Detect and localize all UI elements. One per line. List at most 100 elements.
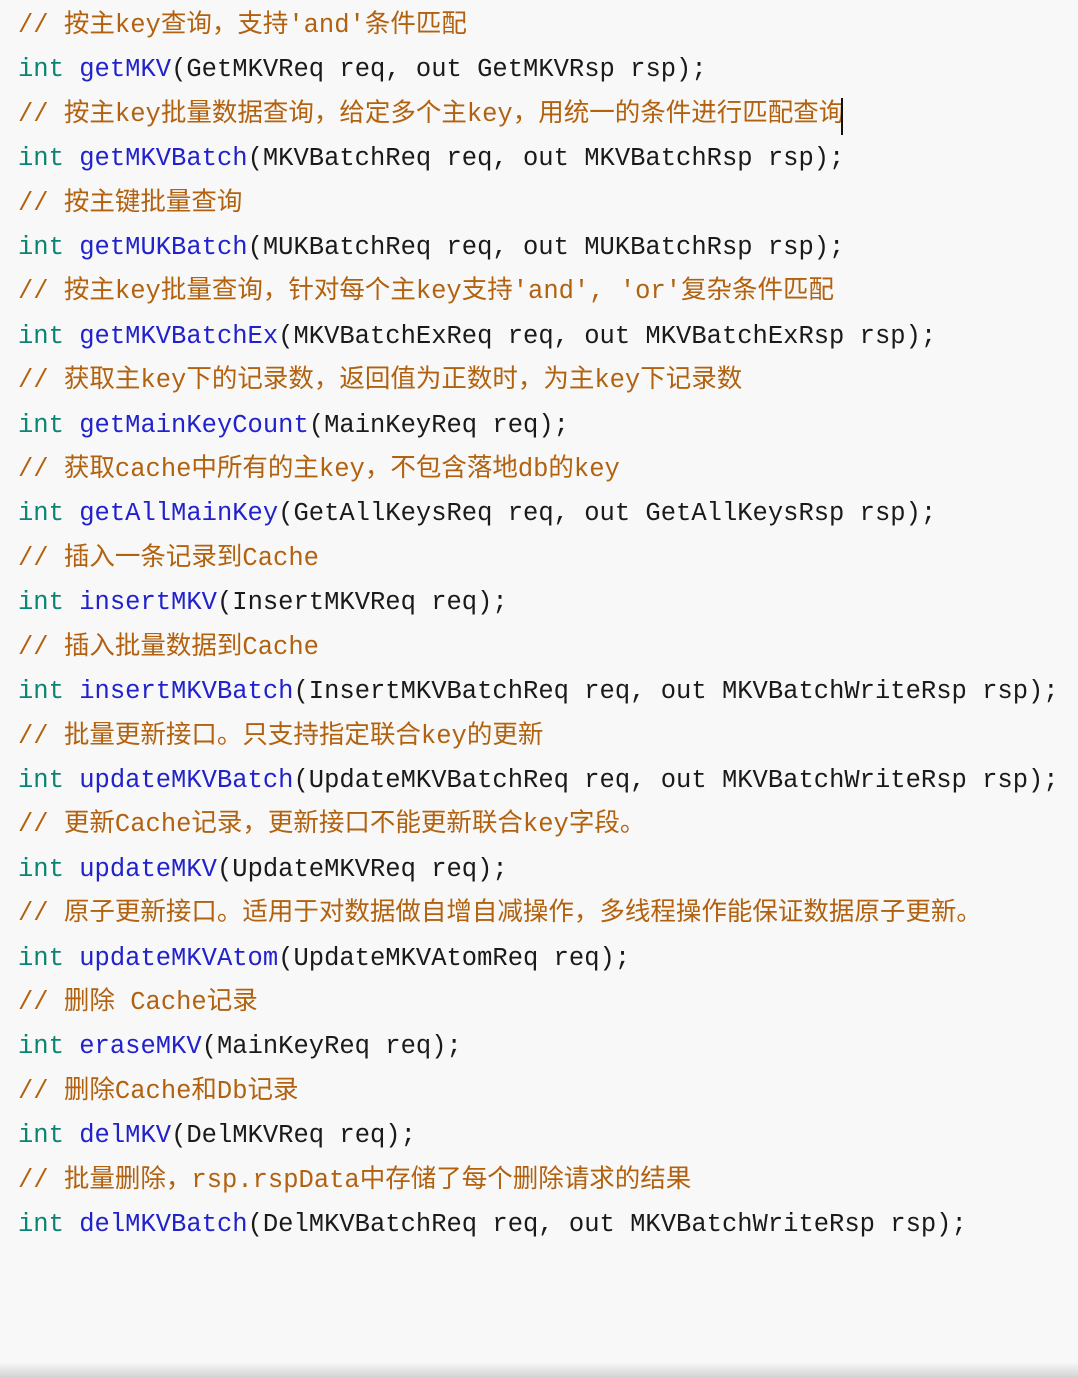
code-comment-line[interactable]: // 获取cache中所有的主key，不包含落地db的key [18,448,1064,492]
code-token: getMKVBatchEx [79,321,279,351]
code-token: int [18,55,64,85]
code-token: int [18,410,64,440]
code-token: (DelMKVBatchReq req, out MKVBatchWriteRs… [247,1209,967,1239]
code-token: int [18,144,64,174]
code-comment-line[interactable]: // 批量更新接口。只支持指定联合key的更新 [18,715,1064,759]
code-token: int [18,677,64,707]
code-token: (UpdateMKVBatchReq req, out MKVBatchWrit… [293,765,1059,795]
code-token: int [18,499,64,529]
code-comment-line[interactable]: // 按主key批量查询，针对每个主key支持'and', 'or'复杂条件匹配 [18,270,1064,314]
code-token: // 获取cache中所有的主key，不包含落地db的key [18,455,620,485]
code-declaration-line[interactable]: int getMKVBatch(MKVBatchReq req, out MKV… [18,137,1064,181]
code-token: // 获取主key下的记录数，返回值为正数时，为主key下记录数 [18,366,743,396]
code-comment-line[interactable]: // 删除Cache和Db记录 [18,1070,1064,1114]
code-token: insertMKV [79,588,217,618]
code-token: // 更新Cache记录，更新接口不能更新联合key字段。 [18,810,646,840]
code-token: delMKVBatch [79,1209,248,1239]
code-token: (MUKBatchReq req, out MUKBatchRsp rsp); [247,233,845,263]
code-token: getMUKBatch [79,233,248,263]
code-token: (InsertMKVBatchReq req, out MKVBatchWrit… [293,677,1059,707]
code-token: (UpdateMKVAtomReq req); [278,943,631,973]
code-comment-line[interactable]: // 按主key查询，支持'and'条件匹配 [18,4,1064,48]
code-text-area[interactable]: // 按主key查询，支持'and'条件匹配 int getMKV(GetMKVR… [18,4,1064,1247]
code-declaration-line[interactable]: int updateMKVAtom(UpdateMKVAtomReq req); [18,937,1064,981]
code-comment-line[interactable]: // 插入一条记录到Cache [18,537,1064,581]
code-token: int [18,1209,64,1239]
code-token: getAllMainKey [79,499,279,529]
code-token: // 按主key批量查询，针对每个主key支持'and', 'or'复杂条件匹配 [18,277,835,307]
code-token: delMKV [79,1121,172,1151]
code-token: int [18,588,64,618]
code-token: (MKVBatchReq req, out MKVBatchRsp rsp); [247,144,845,174]
code-token: // 按主key查询，支持'and'条件匹配 [18,11,467,40]
code-comment-line[interactable]: // 按主键批量查询 [18,182,1064,226]
code-token: insertMKVBatch [79,677,294,707]
code-declaration-line[interactable]: int getAllMainKey(GetAllKeysReq req, out… [18,492,1064,536]
code-token: updateMKVAtom [79,943,279,973]
code-token: getMKVBatch [79,144,248,174]
code-token: (UpdateMKVReq req); [216,854,508,884]
code-comment-line[interactable]: // 按主key批量数据查询，给定多个主key，用统一的条件进行匹配查询 [18,93,1064,137]
code-token: // 批量更新接口。只支持指定联合key的更新 [18,721,544,751]
code-declaration-line[interactable]: int getMKV(GetMKVReq req, out GetMKVRsp … [18,48,1064,92]
code-token: (GetAllKeysReq req, out GetAllKeysRsp rs… [278,499,937,529]
code-comment-line[interactable]: // 删除 Cache记录 [18,981,1064,1025]
code-declaration-line[interactable]: int getMKVBatchEx(MKVBatchExReq req, out… [18,315,1064,359]
code-token: (MKVBatchExReq req, out MKVBatchExRsp rs… [278,321,937,351]
code-token: (InsertMKVReq req); [216,588,508,618]
code-token: // 插入批量数据到Cache [18,632,319,662]
code-comment-line[interactable]: // 获取主key下的记录数，返回值为正数时，为主key下记录数 [18,359,1064,403]
code-token: // 插入一条记录到Cache [18,543,319,573]
code-declaration-line[interactable]: int eraseMKV(MainKeyReq req); [18,1025,1064,1069]
code-token: updateMKV [79,854,217,884]
code-declaration-line[interactable]: int getMainKeyCount(MainKeyReq req); [18,404,1064,448]
code-token: getMainKeyCount [79,410,309,440]
code-token: // 按主键批量查询 [18,188,243,218]
code-declaration-line[interactable]: int getMUKBatch(MUKBatchReq req, out MUK… [18,226,1064,270]
code-token: // 删除 Cache记录 [18,987,258,1017]
code-declaration-line[interactable]: int updateMKV(UpdateMKVReq req); [18,848,1064,892]
code-declaration-line[interactable]: int insertMKV(InsertMKVReq req); [18,581,1064,625]
text-caret [841,98,843,135]
code-token: eraseMKV [79,1032,202,1062]
code-declaration-line[interactable]: int delMKVBatch(DelMKVBatchReq req, out … [18,1203,1064,1247]
code-token: // 批量删除，rsp.rspData中存储了每个删除请求的结果 [18,1165,692,1195]
code-token: // 原子更新接口。适用于对数据做自增自减操作，多线程操作能保证数据原子更新。 [18,899,982,929]
code-token: int [18,765,64,795]
code-viewer[interactable]: // 按主key查询，支持'and'条件匹配 int getMKV(GetMKVR… [0,0,1078,1378]
code-declaration-line[interactable]: int insertMKVBatch(InsertMKVBatchReq req… [18,670,1064,714]
code-token: updateMKVBatch [79,765,294,795]
code-token: (MainKeyReq req); [201,1032,462,1062]
code-declaration-line[interactable]: int updateMKVBatch(UpdateMKVBatchReq req… [18,759,1064,803]
code-token: int [18,1121,64,1151]
code-token: int [18,854,64,884]
code-token: int [18,233,64,263]
code-token: int [18,1032,64,1062]
code-comment-line[interactable]: // 原子更新接口。适用于对数据做自增自减操作，多线程操作能保证数据原子更新。 [18,892,1064,936]
bottom-edge-shadow [0,1362,1078,1378]
code-token: (MainKeyReq req); [308,410,569,440]
code-token: (GetMKVReq req, out GetMKVRsp rsp); [171,55,707,85]
code-token: getMKV [79,55,172,85]
code-declaration-line[interactable]: int delMKV(DelMKVReq req); [18,1114,1064,1158]
code-comment-line[interactable]: // 插入批量数据到Cache [18,626,1064,670]
code-token: int [18,321,64,351]
code-token: // 删除Cache和Db记录 [18,1076,299,1106]
code-token: // 按主key批量数据查询，给定多个主key，用统一的条件进行匹配查询 [18,99,845,129]
code-token: int [18,943,64,973]
code-comment-line[interactable]: // 批量删除，rsp.rspData中存储了每个删除请求的结果 [18,1159,1064,1203]
code-comment-line[interactable]: // 更新Cache记录，更新接口不能更新联合key字段。 [18,803,1064,847]
